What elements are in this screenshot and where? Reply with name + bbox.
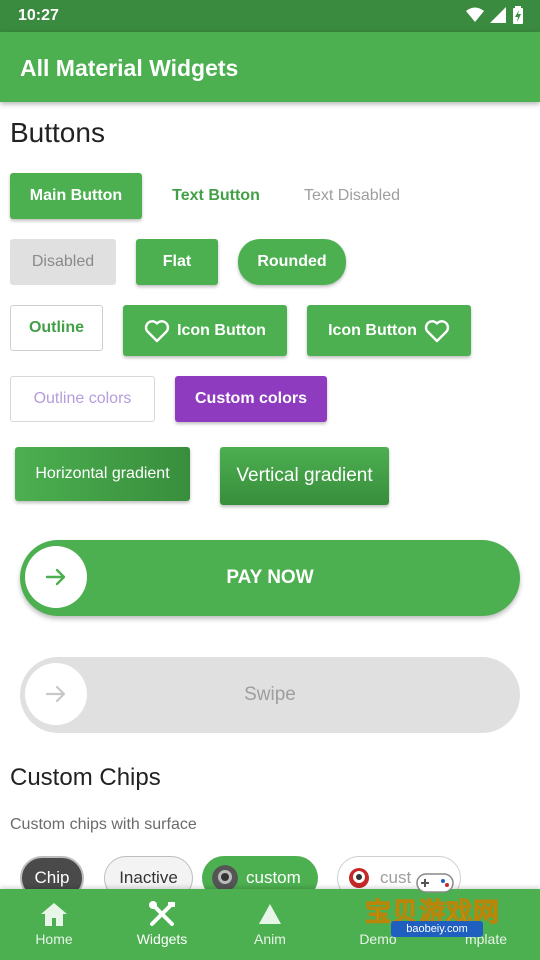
pay-now-swipe-button[interactable]: PAY NOW [20,540,520,616]
heart-icon [144,319,170,342]
signal-icon [490,7,506,23]
home-icon [41,903,67,926]
watermark-url: baobeiy.com [391,921,483,937]
nav-item-anim[interactable]: Anim [216,889,324,960]
nav-label: Home [35,931,73,947]
vertical-gradient-button[interactable]: Vertical gradient [220,447,389,505]
battery-icon [513,6,523,24]
custom-colors-button[interactable]: Custom colors [175,376,327,422]
icon-button-left-label: Icon Button [177,321,266,339]
status-icons [466,6,524,24]
nav-item-widgets[interactable]: Widgets [108,889,216,960]
app-bar: All Material Widgets [0,32,540,102]
chip-label: Chip [34,868,70,887]
nav-item-home[interactable]: Home [0,889,108,960]
text-disabled-button: Text Disabled [303,187,401,204]
nav-label: Widgets [136,931,188,947]
app-title: All Material Widgets [20,55,239,81]
icon-button-right[interactable]: Icon Button [307,305,471,356]
outline-button[interactable]: Outline [10,305,103,351]
wifi-icon [466,7,484,22]
disabled-button: Disabled [10,239,116,285]
tools-icon [149,901,175,926]
avatar [212,865,238,891]
rounded-button[interactable]: Rounded [238,239,346,285]
nav-label: Anim [254,931,286,947]
outline-colors-button[interactable]: Outline colors [10,376,155,422]
heart-icon [424,319,450,342]
buttons-section-title: Buttons [10,117,105,148]
pay-now-swipe-handle[interactable] [25,546,87,608]
status-bar: 10:27 [0,0,540,32]
status-time: 10:27 [18,7,59,24]
icon-button-left[interactable]: Icon Button [123,305,287,356]
watermark: 宝贝游戏网 baobeiy.com [357,870,517,950]
triangle-icon [259,904,281,924]
chip-label: Inactive [119,868,178,887]
chips-subtitle: Custom chips with surface [10,816,197,833]
text-button[interactable]: Text Button [160,173,272,219]
swipe-label: Swipe [244,684,296,705]
swipe-disabled-handle [25,663,87,725]
flat-button[interactable]: Flat [136,239,218,285]
swipe-button-disabled: Swipe [20,657,520,733]
horizontal-gradient-button[interactable]: Horizontal gradient [15,447,190,501]
icon-button-right-label: Icon Button [328,321,417,339]
arrow-right-icon [45,568,66,586]
chip-label: custom [246,868,301,887]
arrow-right-icon [45,685,66,703]
chips-section-title: Custom Chips [10,764,161,791]
main-button[interactable]: Main Button [10,173,142,219]
pay-now-label: PAY NOW [226,567,314,588]
